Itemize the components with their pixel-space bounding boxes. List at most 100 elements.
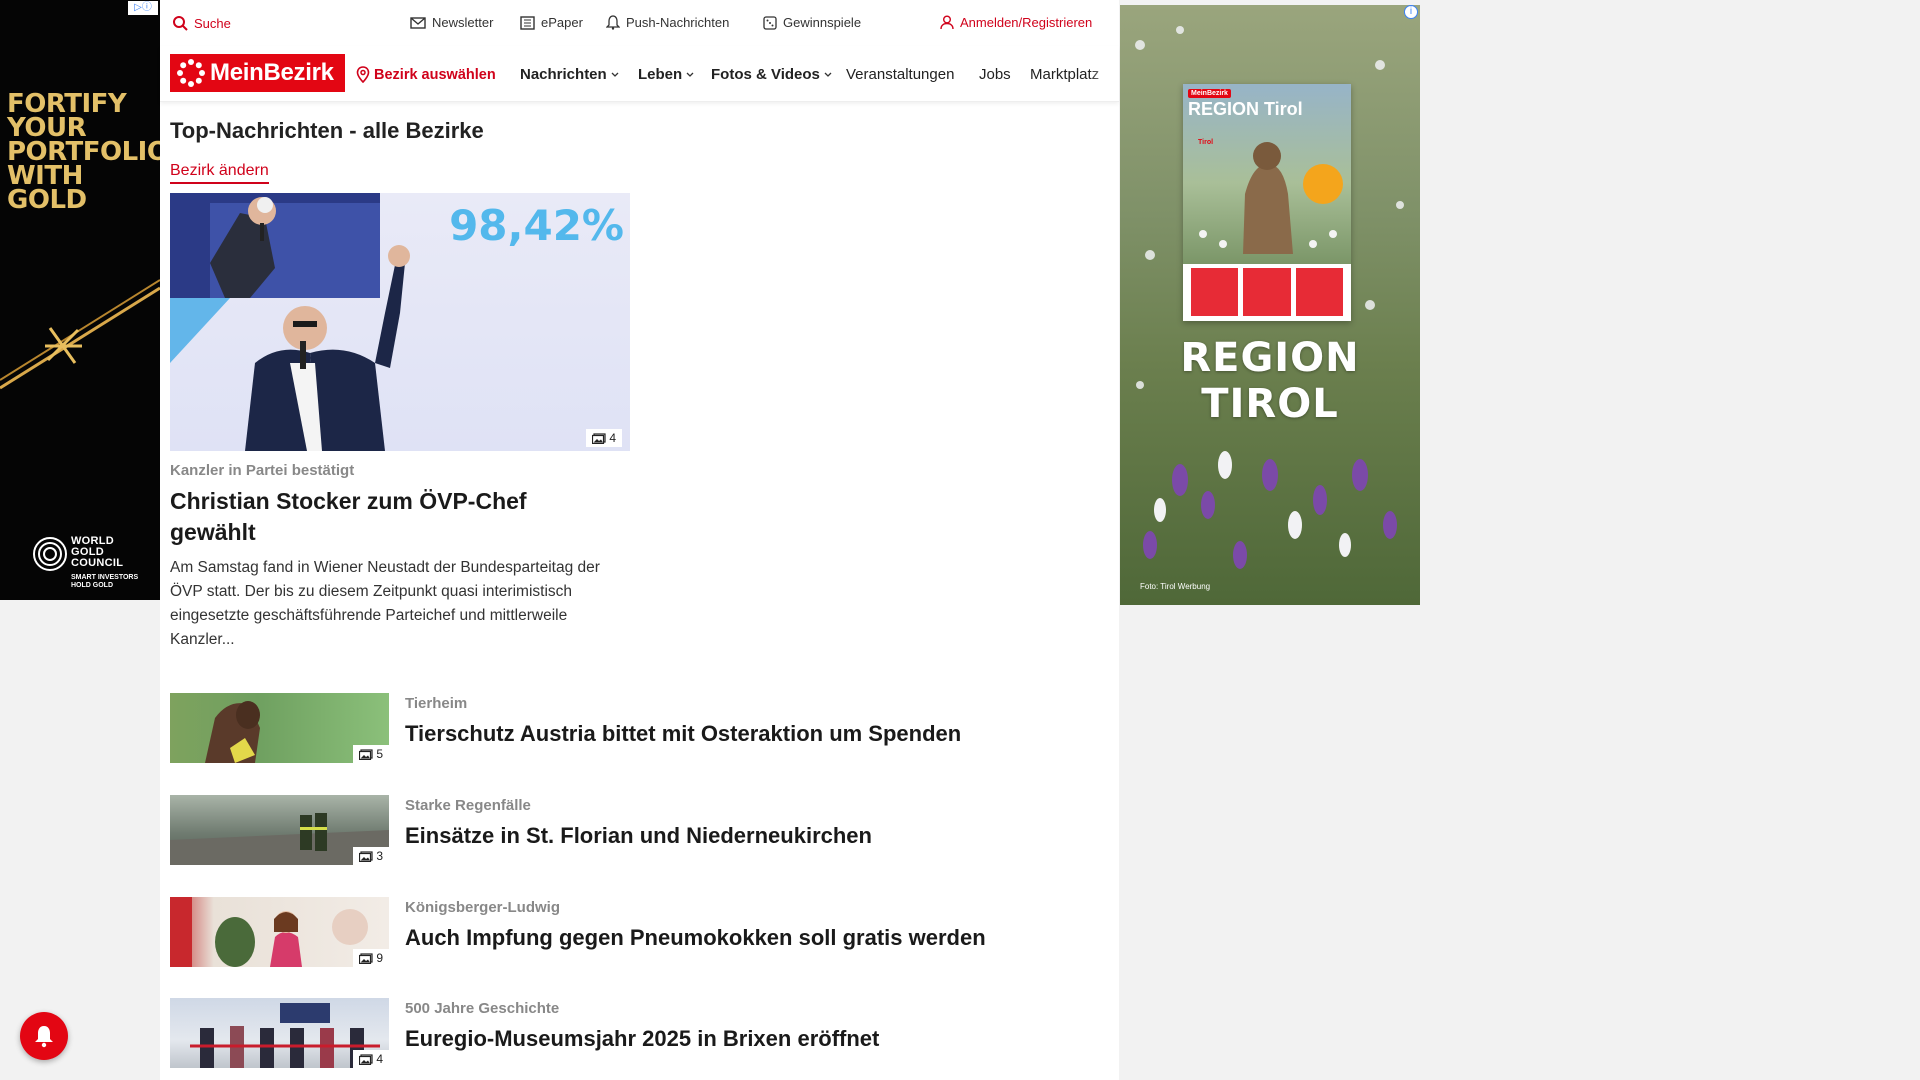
wgc-brand: WORLD GOLD COUNCIL bbox=[71, 535, 124, 569]
magazine-title: REGION Tirol bbox=[1188, 99, 1303, 119]
bezirk-select[interactable]: Bezirk auswählen bbox=[356, 66, 496, 83]
magazine-subtitle: Tirol bbox=[1198, 139, 1214, 146]
article-title[interactable]: Tierschutz Austria bittet mit Osteraktio… bbox=[405, 721, 961, 747]
ad-info-icon[interactable]: i bbox=[1404, 5, 1418, 19]
article-thumbnail: 5 bbox=[170, 693, 389, 763]
nav-veranstaltungen[interactable]: Veranstaltungen bbox=[846, 66, 954, 83]
ad-headline: FORTIFY YOUR PORTFOLIO WITH GOLD bbox=[7, 89, 160, 215]
push-label: Push-Nachrichten bbox=[626, 15, 730, 30]
nav-leben[interactable]: Leben bbox=[638, 66, 694, 83]
magazine-cover-image: MeinBezirk REGION Tirol Tirol bbox=[1183, 84, 1351, 264]
gallery-icon bbox=[359, 748, 373, 760]
main-navigation: MeinBezirk Bezirk auswählen Nachrichten … bbox=[160, 46, 1119, 102]
image-count-badge: 9 bbox=[353, 949, 389, 967]
user-icon bbox=[940, 15, 954, 30]
dice-icon bbox=[763, 15, 777, 30]
nav-jobs-label: Jobs bbox=[979, 66, 1011, 83]
hero-percent-overlay: 98,42% bbox=[449, 201, 624, 250]
left-ad-banner[interactable]: ▷ⓘ FORTIFY YOUR PORTFOLIO WITH GOLD WORL… bbox=[0, 0, 160, 600]
gewinnspiele-label: Gewinnspiele bbox=[783, 15, 862, 30]
page: ▷ⓘ FORTIFY YOUR PORTFOLIO WITH GOLD WORL… bbox=[0, 0, 1920, 1080]
magazine-article-strips bbox=[1191, 268, 1343, 316]
article-kicker: Königsberger-Ludwig bbox=[405, 899, 560, 916]
world-gold-council-logo: WORLD GOLD COUNCIL SMART INVESTORS HOLD … bbox=[32, 536, 156, 592]
meinbezirk-logo[interactable]: MeinBezirk bbox=[170, 54, 345, 92]
top-utility-bar: Suche Newsletter ePaper Push-Nachrichten… bbox=[160, 0, 1119, 46]
gallery-icon bbox=[592, 432, 606, 444]
image-count-badge: 4 bbox=[586, 429, 622, 447]
gallery-icon bbox=[359, 1053, 373, 1065]
hero-kicker: Kanzler in Partei bestätigt bbox=[170, 462, 355, 479]
image-count: 4 bbox=[609, 431, 616, 445]
nav-fotos-label: Fotos & Videos bbox=[711, 66, 820, 83]
article-title[interactable]: Einsätze in St. Florian und Niederneukir… bbox=[405, 823, 872, 849]
newsletter-link[interactable]: Newsletter bbox=[410, 15, 493, 30]
magazine-cover: MeinBezirk REGION Tirol Tirol bbox=[1183, 84, 1351, 321]
article-thumbnail: 3 bbox=[170, 795, 389, 865]
image-count-badge: 5 bbox=[353, 745, 389, 763]
bezirk-label: Bezirk auswählen bbox=[374, 66, 496, 83]
article-kicker: 500 Jahre Geschichte bbox=[405, 1000, 560, 1017]
change-bezirk-link[interactable]: Bezirk ändern bbox=[170, 162, 269, 184]
section-title: Top-Nachrichten - alle Bezirke bbox=[170, 118, 484, 143]
image-count-badge: 4 bbox=[353, 1050, 389, 1068]
gewinnspiele-link[interactable]: Gewinnspiele bbox=[763, 15, 861, 30]
notification-bell-button[interactable] bbox=[20, 1012, 68, 1060]
mail-icon bbox=[410, 16, 426, 29]
logo-text: MeinBezirk bbox=[210, 59, 334, 86]
chevron-down-icon bbox=[611, 72, 619, 77]
login-link[interactable]: Anmelden/Registrieren bbox=[940, 15, 1092, 30]
wgc-slogan: SMART INVESTORS HOLD GOLD bbox=[71, 574, 139, 589]
nav-jobs[interactable]: Jobs bbox=[979, 66, 1011, 83]
push-notifications-link[interactable]: Push-Nachrichten bbox=[606, 15, 729, 30]
bell-icon bbox=[35, 1026, 53, 1048]
nav-nachrichten-label: Nachrichten bbox=[520, 66, 607, 83]
chevron-down-icon bbox=[824, 72, 832, 77]
nav-veranstaltungen-label: Veranstaltungen bbox=[846, 66, 955, 83]
image-count: 9 bbox=[376, 951, 383, 965]
magazine-brand: MeinBezirk bbox=[1188, 89, 1231, 98]
image-count-badge: 3 bbox=[353, 847, 389, 865]
nav-leben-label: Leben bbox=[638, 66, 683, 83]
search-label: Suche bbox=[194, 15, 231, 31]
chevron-down-icon bbox=[686, 72, 694, 77]
ad-headline: REGION TIROL bbox=[1180, 335, 1360, 427]
wgc-rings-icon bbox=[33, 537, 67, 571]
list-item[interactable]: 5 Tierheim Tierschutz Austria bittet mit… bbox=[170, 693, 1070, 763]
article-thumbnail: 4 bbox=[170, 998, 389, 1068]
bell-icon bbox=[606, 15, 620, 30]
newspaper-icon bbox=[520, 15, 535, 30]
nav-fotos-videos[interactable]: Fotos & Videos bbox=[711, 66, 832, 83]
article-thumbnail: 9 bbox=[170, 897, 389, 967]
epaper-label: ePaper bbox=[541, 15, 583, 30]
search-icon bbox=[173, 16, 188, 31]
hero-title[interactable]: Christian Stocker zum ÖVP-Chef gewählt bbox=[170, 486, 610, 548]
hero-image[interactable]: 98,42% 4 bbox=[170, 193, 630, 451]
image-count: 3 bbox=[376, 849, 383, 863]
list-item[interactable]: 9 Königsberger-Ludwig Auch Impfung gegen… bbox=[170, 897, 1070, 967]
right-ad-banner[interactable]: i MeinBezirk REGION Tirol Tirol REGION T… bbox=[1120, 5, 1420, 605]
article-kicker: Starke Regenfälle bbox=[405, 797, 531, 814]
location-pin-icon bbox=[356, 66, 370, 83]
article-kicker: Tierheim bbox=[405, 695, 468, 712]
main-content: Suche Newsletter ePaper Push-Nachrichten… bbox=[160, 0, 1119, 1080]
image-count: 5 bbox=[376, 747, 383, 761]
article-title[interactable]: Auch Impfung gegen Pneumokokken soll gra… bbox=[405, 925, 986, 951]
nav-fade-overlay bbox=[1089, 46, 1119, 101]
newsletter-label: Newsletter bbox=[432, 15, 494, 30]
image-count: 4 bbox=[376, 1052, 383, 1066]
gallery-icon bbox=[359, 952, 373, 964]
gallery-icon bbox=[359, 850, 373, 862]
photo-credit: Foto: Tirol Werbung bbox=[1140, 582, 1211, 591]
article-title[interactable]: Euregio-Museumsjahr 2025 in Brixen eröff… bbox=[405, 1026, 879, 1052]
nav-nachrichten[interactable]: Nachrichten bbox=[520, 66, 619, 83]
logo-sun-icon bbox=[177, 59, 205, 87]
epaper-link[interactable]: ePaper bbox=[519, 15, 583, 30]
search-link[interactable]: Suche bbox=[172, 15, 231, 31]
hero-teaser: Am Samstag fand in Wiener Neustadt der B… bbox=[170, 559, 600, 648]
login-label: Anmelden/Registrieren bbox=[960, 15, 1093, 30]
list-item[interactable]: 4 500 Jahre Geschichte Euregio-Museumsja… bbox=[170, 998, 1070, 1068]
ad-choices-icon[interactable]: ▷ⓘ bbox=[128, 1, 158, 15]
barbed-wire-icon bbox=[0, 279, 160, 390]
list-item[interactable]: 3 Starke Regenfälle Einsätze in St. Flor… bbox=[170, 795, 1070, 865]
